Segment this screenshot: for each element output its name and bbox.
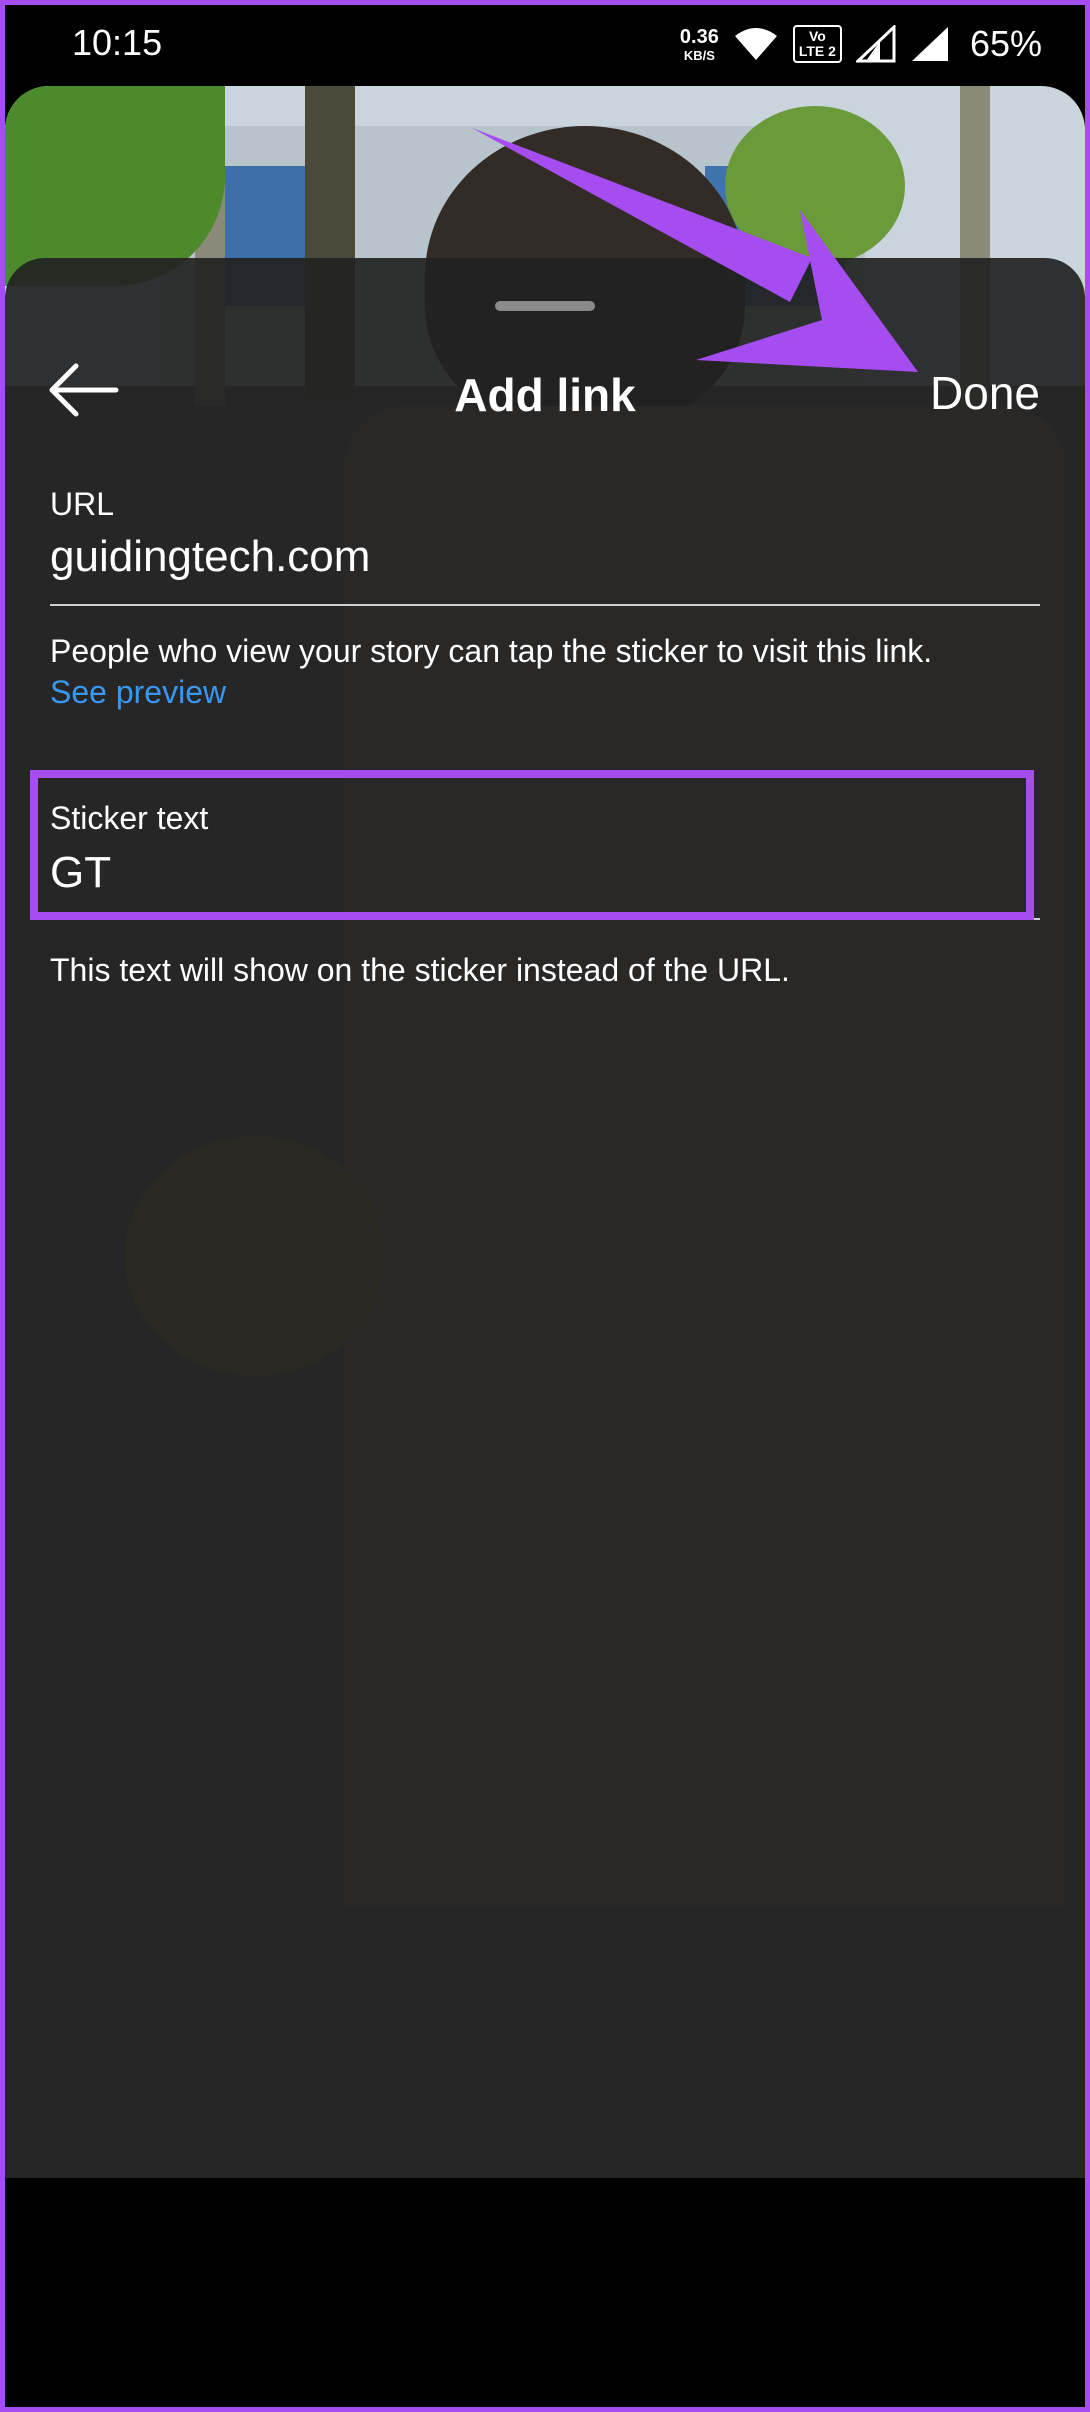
annotation-highlight-box xyxy=(30,770,1034,920)
network-speed-unit: KB/S xyxy=(683,47,715,63)
url-label: URL xyxy=(50,486,115,522)
volte-bottom: LTE 2 xyxy=(798,43,836,59)
battery-level: 65% xyxy=(969,23,1042,64)
see-preview-link[interactable]: See preview xyxy=(50,674,226,711)
photo-leaves xyxy=(725,106,905,266)
signal-icon xyxy=(855,25,896,63)
done-button[interactable]: Done xyxy=(930,366,1040,420)
status-time: 10:15 xyxy=(72,22,163,63)
navigation-area xyxy=(5,2178,1085,2412)
sheet-grab-handle[interactable] xyxy=(495,301,595,311)
wifi-icon xyxy=(734,28,777,60)
signal-icon xyxy=(911,27,948,61)
sheet-lower-area xyxy=(5,2000,1085,2178)
network-speed: 0.36 KB/S xyxy=(680,27,719,62)
url-helper-text: People who view your story can tap the s… xyxy=(50,633,933,669)
status-bar: 10:15 0.36 KB/S Vo LTE 2 65% xyxy=(0,0,1090,86)
url-input[interactable]: guidingtech.com xyxy=(50,532,1040,582)
status-icons: 0.36 KB/S Vo LTE 2 65% xyxy=(680,20,1042,68)
page-title: Add link xyxy=(454,369,636,421)
sticker-helper-text: This text will show on the sticker inste… xyxy=(50,952,790,988)
volte-top: Vo xyxy=(808,27,826,44)
volte-badge: Vo LTE 2 xyxy=(792,24,842,64)
url-underline xyxy=(50,604,1040,606)
network-speed-value: 0.36 xyxy=(679,25,719,48)
